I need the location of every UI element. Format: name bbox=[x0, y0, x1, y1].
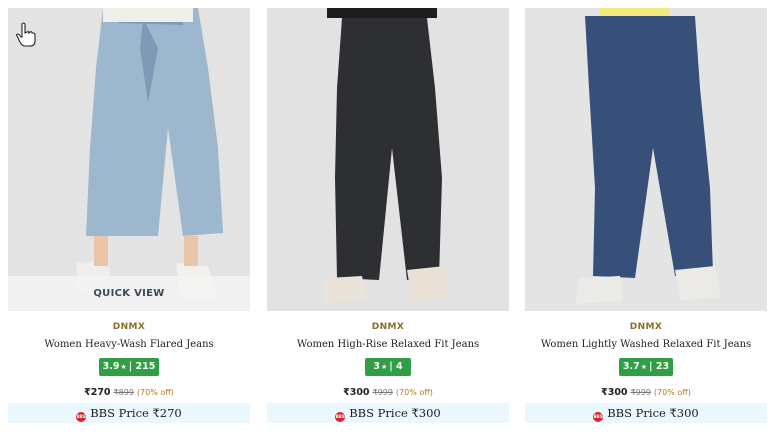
bbs-price-banner: BBS BBS Price ₹300 bbox=[267, 403, 509, 423]
discount-label: (70% off) bbox=[395, 388, 433, 397]
product-name[interactable]: Women High-Rise Relaxed Fit Jeans bbox=[267, 339, 509, 350]
product-image[interactable] bbox=[525, 8, 767, 311]
rating-value: 3 bbox=[373, 361, 380, 372]
bbs-logo-icon: BBS bbox=[76, 412, 87, 422]
price-row: ₹270 ₹899 (70% off) bbox=[8, 387, 250, 398]
bbs-price-banner: BBS BBS Price ₹270 bbox=[8, 403, 250, 423]
review-count: 4 bbox=[396, 361, 403, 372]
discount-label: (70% off) bbox=[136, 388, 174, 397]
review-count: 215 bbox=[135, 361, 156, 372]
review-count: 23 bbox=[655, 361, 670, 372]
product-card[interactable]: DNMX Women Lightly Washed Relaxed Fit Je… bbox=[525, 8, 767, 428]
product-grid: QUICK VIEW DNMX Women Heavy-Wash Flared … bbox=[0, 0, 777, 442]
hand-cursor-icon bbox=[16, 22, 36, 47]
rating-value: 3.7 bbox=[622, 361, 640, 372]
product-brand: DNMX bbox=[629, 322, 663, 332]
price-row: ₹300 ₹999 (70% off) bbox=[525, 387, 767, 398]
rating-badge: 3.9★ | 215 bbox=[99, 358, 159, 376]
rating-badge: 3★ | 4 bbox=[365, 358, 411, 376]
bbs-logo-icon: BBS bbox=[335, 412, 346, 422]
product-image[interactable] bbox=[267, 8, 509, 311]
product-brand: DNMX bbox=[112, 322, 146, 332]
bbs-logo-icon: BBS bbox=[593, 412, 604, 422]
bbs-price-label: BBS Price ₹300 bbox=[349, 406, 441, 420]
mrp-price: ₹999 bbox=[372, 388, 393, 397]
product-card[interactable]: DNMX Women High-Rise Relaxed Fit Jeans 3… bbox=[267, 8, 509, 428]
mrp-price: ₹999 bbox=[630, 388, 651, 397]
product-brand: DNMX bbox=[371, 322, 405, 332]
price-row: ₹300 ₹999 (70% off) bbox=[267, 387, 509, 398]
discount-label: (70% off) bbox=[653, 388, 691, 397]
star-icon: ★ bbox=[380, 363, 388, 371]
mrp-price: ₹899 bbox=[113, 388, 134, 397]
star-icon: ★ bbox=[120, 363, 127, 371]
product-name[interactable]: Women Heavy-Wash Flared Jeans bbox=[8, 339, 250, 350]
bbs-price-label: BBS Price ₹300 bbox=[607, 406, 699, 420]
product-image[interactable]: QUICK VIEW bbox=[8, 8, 250, 311]
bbs-price-banner: BBS BBS Price ₹300 bbox=[525, 403, 767, 423]
sale-price: ₹270 bbox=[84, 387, 111, 398]
star-icon: ★ bbox=[640, 363, 648, 371]
quick-view-button[interactable]: QUICK VIEW bbox=[8, 276, 250, 311]
sale-price: ₹300 bbox=[343, 387, 370, 398]
sale-price: ₹300 bbox=[601, 387, 628, 398]
product-name[interactable]: Women Lightly Washed Relaxed Fit Jeans bbox=[525, 339, 767, 350]
bbs-price-label: BBS Price ₹270 bbox=[90, 406, 182, 420]
product-card[interactable]: QUICK VIEW DNMX Women Heavy-Wash Flared … bbox=[8, 8, 250, 428]
rating-value: 3.9 bbox=[102, 361, 120, 372]
rating-badge: 3.7★ | 23 bbox=[619, 358, 673, 376]
